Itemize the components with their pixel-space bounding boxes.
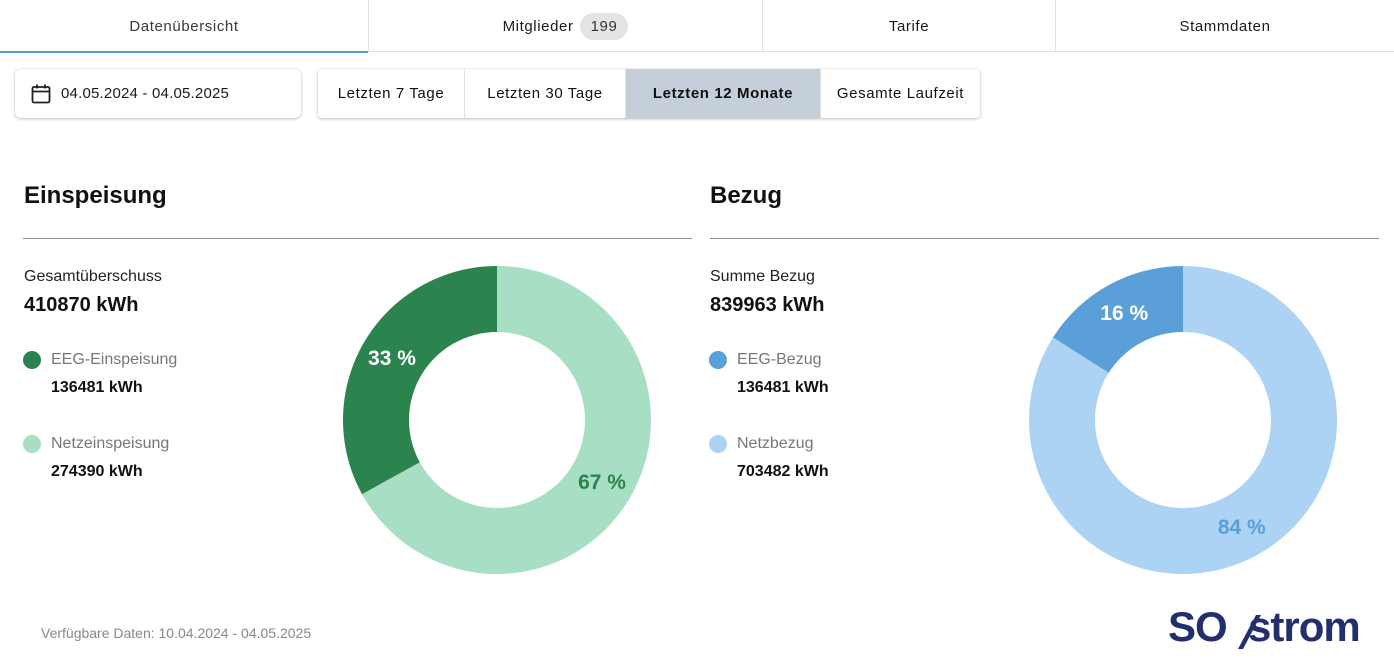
legend-value-netzbezug: 703482 kWh [737,463,829,480]
legend-value-eeg-einspeisung: 136481 kWh [51,379,143,396]
range-30-days-button[interactable]: Letzten 30 Tage [465,69,626,118]
tab-tarife[interactable]: Tarife [763,0,1056,52]
bezug-donut-chart: 16 % 84 % [1029,266,1337,574]
bezug-title: Bezug [710,182,782,209]
einspeisung-total-value: 410870 kWh [24,294,139,316]
sostrom-logo: SO strom [1168,605,1361,650]
einspeisung-total-label: Gesamtüberschuss [24,268,162,285]
einspeisung-pct-label-1: 33 % [368,347,416,370]
einspeisung-pct-label-2: 67 % [578,471,626,494]
bezug-divider [710,238,1379,239]
range-button-group: Letzten 7 Tage Letzten 30 Tage Letzten 1… [318,69,980,118]
bezug-pct-label-2: 84 % [1218,516,1266,539]
tab-stammdaten[interactable]: Stammdaten [1056,0,1394,52]
legend-label-eeg-bezug: EEG-Bezug [737,351,822,368]
date-range-picker[interactable]: 04.05.2024 - 04.05.2025 [15,69,301,118]
date-range-value: 04.05.2024 - 04.05.2025 [61,85,230,102]
tab-datenuebersicht[interactable]: Datenübersicht [0,0,369,53]
top-tabs: Datenübersicht Mitglieder 199 Tarife Sta… [0,0,1394,53]
range-12-months-button[interactable]: Letzten 12 Monate [626,69,821,118]
einspeisung-title: Einspeisung [24,182,167,209]
member-count-badge: 199 [579,12,629,40]
legend-label-eeg-einspeisung: EEG-Einspeisung [51,351,178,368]
tab-mitglieder[interactable]: Mitglieder 199 [369,0,763,52]
tab-label: Datenübersicht [129,17,239,35]
legend-dot-eeg-bezug [709,351,727,369]
legend-dot-netzbezug [709,435,727,453]
legend-label-netzeinspeisung: Netzeinspeisung [51,435,170,452]
einspeisung-slice-1[interactable] [343,266,497,495]
available-data-note: Verfügbare Daten: 10.04.2024 - 04.05.202… [41,625,312,641]
legend-label-netzbezug: Netzbezug [737,435,814,452]
einspeisung-divider [23,238,692,239]
legend-value-eeg-bezug: 136481 kWh [737,379,829,396]
svg-text:SO: SO [1168,605,1227,650]
bezug-pct-label-1: 16 % [1100,302,1148,325]
tab-label: Mitglieder [502,17,574,35]
legend-value-netzeinspeisung: 274390 kWh [51,463,143,480]
bezug-total-value: 839963 kWh [710,294,825,316]
svg-text:strom: strom [1248,605,1360,650]
bezug-total-label: Summe Bezug [710,268,815,285]
calendar-icon [31,84,51,103]
legend-dot-eeg-einspeisung [23,351,41,369]
tab-label: Stammdaten [1179,17,1271,35]
tab-label: Tarife [888,17,930,35]
legend-dot-netzeinspeisung [23,435,41,453]
einspeisung-donut-chart: 33 % 67 % [343,266,651,574]
range-7-days-button[interactable]: Letzten 7 Tage [318,69,465,118]
range-total-button[interactable]: Gesamte Laufzeit [821,69,980,118]
